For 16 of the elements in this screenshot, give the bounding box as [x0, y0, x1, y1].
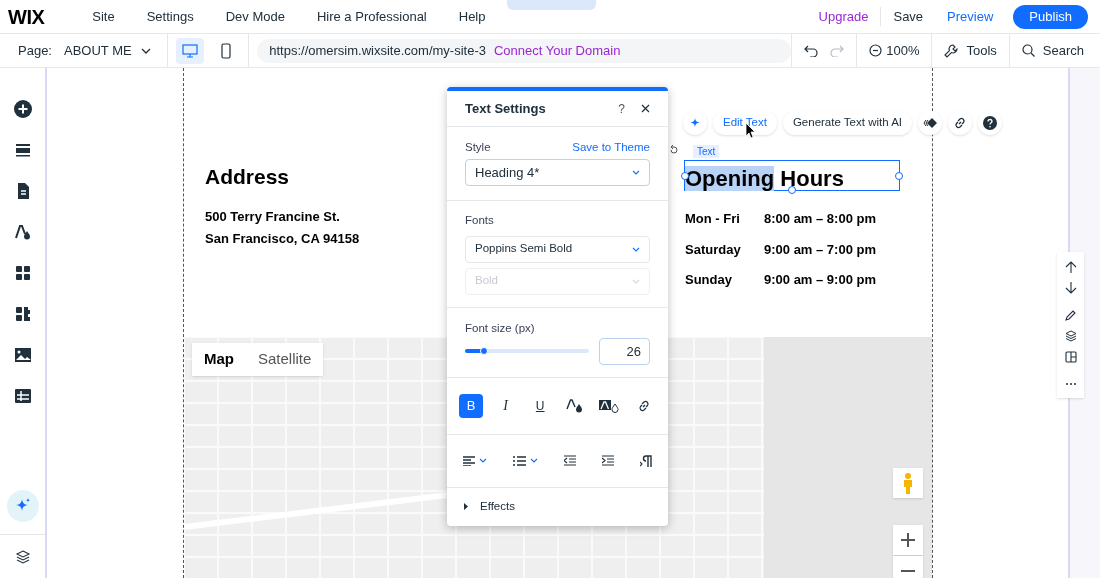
address-text: San Francisco, CA 94158 — [205, 230, 360, 248]
day-label: Sunday — [685, 271, 732, 289]
day-label: Mon - Fri — [685, 210, 740, 228]
field-label: Fonts — [465, 213, 495, 229]
panel-title: Text Settings — [465, 99, 547, 118]
element-tag: Text — [693, 145, 720, 158]
hours-heading: Opening Hours — [685, 165, 844, 193]
day-label: Saturday — [685, 241, 741, 259]
hours-text: 8:00 am – 8:00 pm — [764, 210, 876, 228]
site-url: https://omersim.wixsite.com/my-site-3 — [269, 41, 486, 60]
field-label: Font size (px) — [465, 320, 536, 336]
field-label: Style — [465, 140, 491, 155]
hours-text: 9:00 am – 7:00 pm — [764, 241, 876, 259]
address-text: 500 Terry Francine St. — [205, 208, 340, 226]
hours-text: 9:00 am – 9:00 pm — [764, 271, 876, 289]
address-heading: Address — [205, 164, 290, 190]
